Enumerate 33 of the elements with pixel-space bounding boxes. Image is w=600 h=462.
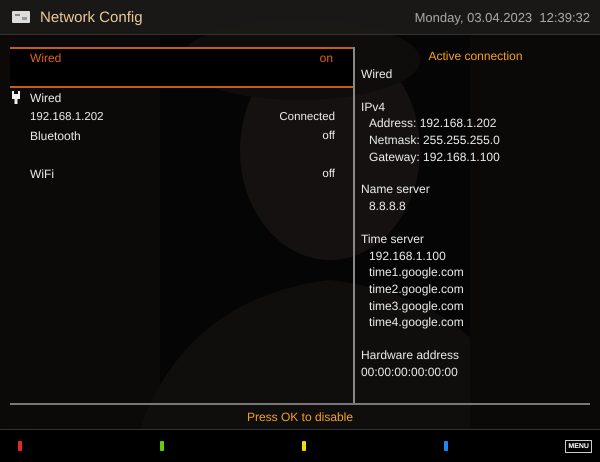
section-heading: Time server <box>361 230 425 248</box>
status-text: off <box>322 168 335 180</box>
interface-name: Bluetooth <box>30 128 82 142</box>
detail-line: Netmask: 255.255.255.0 <box>368 132 501 149</box>
detail-line: time3.google.com <box>368 298 465 314</box>
interface-name: WiFi <box>30 166 55 180</box>
color-key-icon[interactable] <box>18 441 22 451</box>
detail-line: Address: 192.168.1.202 <box>368 115 498 132</box>
panel-title: Active connection <box>427 49 524 65</box>
detail-line: time4.google.com <box>368 314 465 331</box>
setting-row[interactable]: Wired on <box>10 47 353 88</box>
section-heading: Wired <box>361 66 394 83</box>
detail-line: time2.google.com <box>368 280 465 298</box>
setting-value: on <box>320 51 333 67</box>
detail-line: 8.8.8.8 <box>368 198 407 215</box>
color-key-icon[interactable] <box>444 441 448 451</box>
date-time: Monday, 03.04.2023 12:39:32 <box>414 10 590 24</box>
color-key-icon[interactable] <box>302 441 306 451</box>
status-text: off <box>322 130 335 142</box>
setting-label: Wired <box>30 51 62 67</box>
section-heading: Name server <box>361 181 431 198</box>
window-title: Network Config <box>40 8 144 26</box>
color-key-icon[interactable] <box>160 441 164 451</box>
detail-line: 00:00:00:00:00:00 <box>361 364 459 380</box>
section-heading: IPv4 <box>361 98 386 116</box>
interface-name: Wired <box>30 90 62 104</box>
network-card-icon <box>12 11 30 23</box>
status-text: Connected <box>279 110 335 122</box>
section-heading: Hardware address <box>361 346 460 364</box>
address-text: 192.168.1.202 <box>30 110 105 122</box>
detail-line: time1.google.com <box>368 264 465 281</box>
detail-line: Gateway: 192.168.1.100 <box>368 148 501 166</box>
detail-line: 192.168.1.100 <box>368 248 447 264</box>
